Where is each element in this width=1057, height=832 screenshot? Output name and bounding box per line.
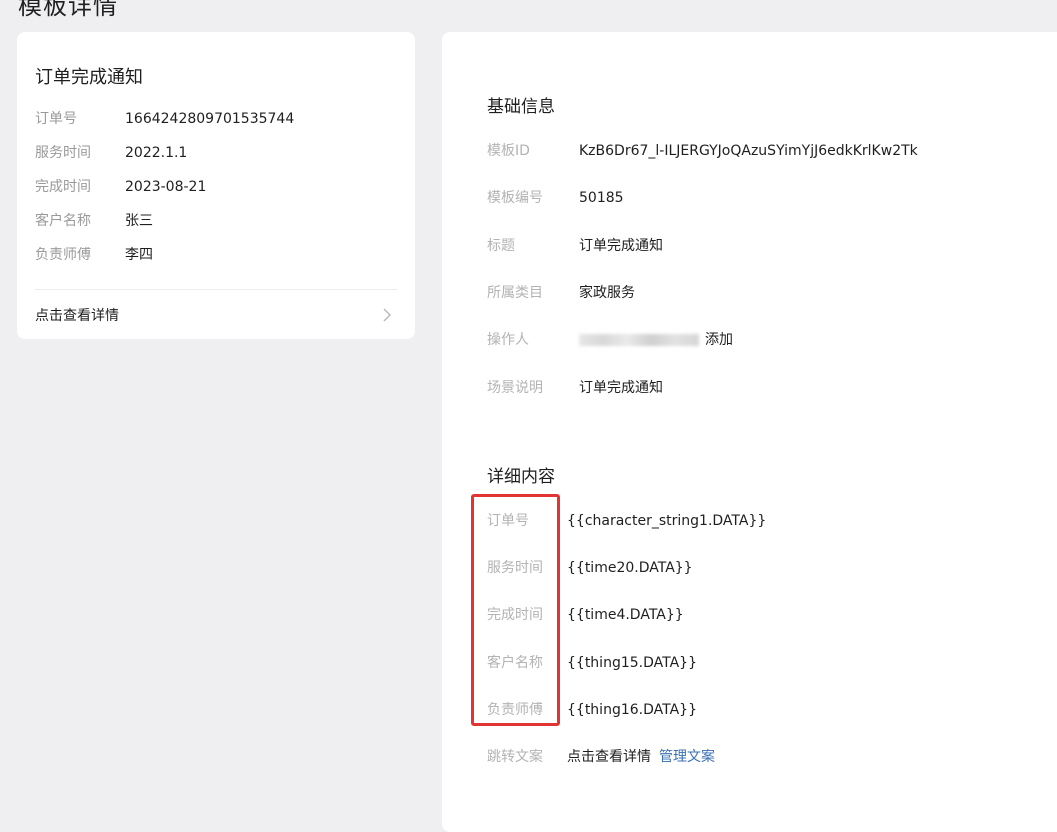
message-preview-card: 订单完成通知 订单号 1664242809701535744 服务时间 2022.1… [17, 32, 415, 339]
field-label: 所属类目 [487, 285, 543, 301]
field-value: 家政服务 [579, 285, 635, 301]
preview-label: 完成时间 [35, 179, 91, 195]
chevron-right-icon[interactable] [379, 307, 395, 323]
manage-copy-link[interactable]: 管理文案 [659, 749, 715, 765]
preview-label: 客户名称 [35, 213, 91, 229]
preview-row: 订单号 1664242809701535744 [35, 109, 294, 129]
basic-info-title: 基础信息 [487, 97, 555, 117]
preview-row: 客户名称 张三 [35, 211, 153, 231]
preview-value: 1664242809701535744 [125, 111, 295, 127]
operator-action: 添加 [705, 332, 733, 348]
field-label: 模板ID [487, 143, 530, 159]
highlight-box [471, 494, 560, 726]
preview-value: 张三 [125, 213, 153, 229]
view-details-link[interactable]: 点击查看详情 [35, 305, 119, 325]
field-value: {{character_string1.DATA}} [567, 513, 767, 529]
field-label: 场景说明 [487, 380, 543, 396]
field-value: 订单完成通知 [579, 380, 663, 396]
field-label: 标题 [487, 238, 515, 254]
field-label: 模板编号 [487, 190, 543, 206]
field-value: 订单完成通知 [579, 238, 663, 254]
field-value: {{time4.DATA}} [567, 607, 684, 623]
field-value: 添加 [579, 330, 733, 350]
divider [35, 289, 397, 290]
field-value: {{thing15.DATA}} [567, 655, 697, 671]
preview-title: 订单完成通知 [35, 67, 143, 88]
field-value: {{thing16.DATA}} [567, 702, 697, 718]
detail-content-title: 详细内容 [487, 467, 555, 487]
preview-row: 负责师傅 李四 [35, 245, 153, 265]
preview-value: 2022.1.1 [125, 145, 188, 161]
preview-value: 李四 [125, 247, 153, 263]
redacted-operator [579, 334, 699, 346]
field-value: KzB6Dr67_l-ILJERGYJoQAzuSYimYjJ6edkKrlKw… [579, 143, 918, 159]
field-label: 操作人 [487, 332, 529, 348]
jump-text-value: 点击查看详情 [567, 749, 651, 765]
page-title: 模板详情 [18, 0, 118, 20]
field-value: 点击查看详情 管理文案 [567, 747, 715, 767]
preview-value: 2023-08-21 [125, 179, 207, 195]
field-label: 跳转文案 [487, 749, 543, 765]
preview-label: 服务时间 [35, 145, 91, 161]
field-value: {{time20.DATA}} [567, 560, 693, 576]
preview-label: 负责师傅 [35, 247, 91, 263]
preview-row: 服务时间 2022.1.1 [35, 143, 187, 163]
field-value: 50185 [579, 190, 624, 206]
preview-label: 订单号 [35, 111, 77, 127]
preview-row: 完成时间 2023-08-21 [35, 177, 206, 197]
